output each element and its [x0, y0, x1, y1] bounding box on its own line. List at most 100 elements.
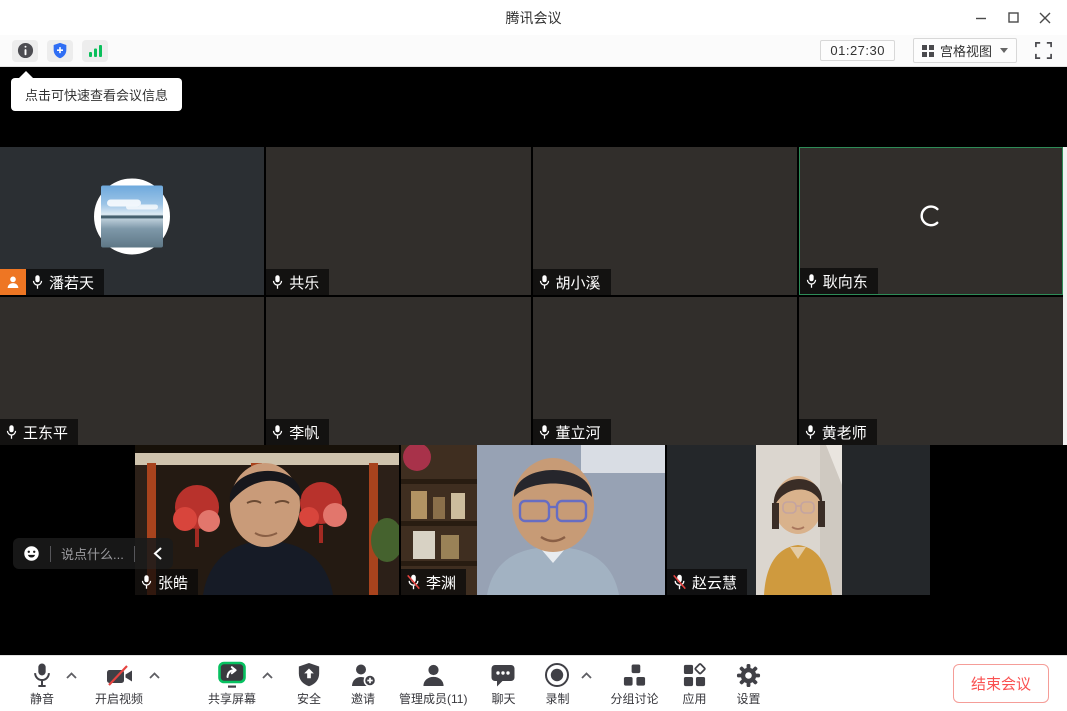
participant-name: 李帆 [289, 422, 319, 443]
participant-tile[interactable]: 李帆 [266, 297, 530, 445]
signal-bars-icon [88, 44, 103, 58]
emoji-icon[interactable] [23, 545, 40, 562]
security-shield-icon [297, 662, 321, 688]
video-row: 张皓 [0, 445, 1067, 595]
maximize-icon [1008, 12, 1019, 23]
share-screen-button[interactable]: 共享屏幕 [208, 661, 256, 707]
chat-button[interactable]: 聊天 [485, 661, 521, 707]
end-meeting-button[interactable]: 结束会议 [953, 664, 1049, 703]
record-options-chevron[interactable] [581, 672, 592, 679]
participant-tile[interactable]: 黄老师 [799, 297, 1063, 445]
participant-tile[interactable]: 王东平 [0, 297, 264, 445]
security-button[interactable]: 安全 [291, 661, 327, 707]
mic-on-icon [271, 424, 284, 440]
security-shield-button[interactable] [47, 40, 73, 62]
meeting-info-button[interactable] [12, 40, 38, 62]
manage-members-button[interactable]: 管理成员(11) [399, 661, 467, 707]
meeting-info-tooltip: 点击可快速查看会议信息 [11, 78, 182, 111]
view-mode-label: 宫格视图 [940, 41, 992, 60]
participant-video-tile[interactable]: 赵云慧 [667, 445, 930, 595]
shield-plus-icon [52, 42, 68, 59]
chat-bubble-icon [490, 663, 516, 688]
bottom-toolbar: 静音 开启视频 共享屏幕 安全 [0, 655, 1067, 711]
loading-spinner-icon [917, 202, 945, 235]
person-icon [421, 662, 446, 688]
mic-on-icon [804, 424, 817, 440]
breakout-blocks-icon [622, 663, 647, 688]
participant-name: 李渊 [426, 572, 456, 593]
mic-on-icon [805, 273, 818, 289]
participant-name: 董立河 [556, 422, 601, 443]
network-signal-button[interactable] [82, 40, 108, 62]
name-tag: 赵云慧 [667, 569, 747, 595]
top-toolbar: 01:27:30 宫格视图 [0, 35, 1067, 67]
start-video-button[interactable]: 开启视频 [95, 661, 143, 707]
window-title: 腾讯会议 [506, 8, 562, 28]
host-badge-icon [0, 269, 26, 295]
apps-grid-icon [682, 663, 707, 688]
participant-name: 赵云慧 [692, 572, 737, 593]
grid-scrollbar[interactable] [1063, 147, 1067, 445]
mic-icon [31, 662, 53, 688]
mic-on-icon [538, 274, 551, 290]
mute-options-chevron[interactable] [66, 672, 77, 679]
video-options-chevron[interactable] [149, 672, 160, 679]
video-feed [756, 445, 842, 595]
fullscreen-button[interactable] [1031, 40, 1055, 62]
participant-tile[interactable]: 潘若天 [0, 147, 264, 295]
meeting-window: 腾讯会议 [0, 0, 1067, 711]
fullscreen-icon [1034, 41, 1053, 60]
mic-on-icon [538, 424, 551, 440]
chevron-down-icon [1000, 48, 1008, 53]
collapse-chat-button[interactable] [145, 538, 171, 569]
participant-name: 胡小溪 [556, 272, 601, 293]
participant-tile[interactable]: 共乐 [266, 147, 530, 295]
meeting-timer: 01:27:30 [820, 40, 895, 61]
participant-name: 王东平 [23, 422, 68, 443]
participant-name: 共乐 [289, 272, 319, 293]
minimize-icon [975, 12, 987, 24]
participant-video-tile[interactable]: 张皓 [135, 445, 399, 595]
mic-on-icon [5, 424, 18, 440]
quick-chat-bar[interactable]: 说点什么... [13, 538, 173, 569]
participant-grid: 潘若天 共乐 胡小溪 [0, 147, 1063, 445]
participant-video-tile[interactable]: 李渊 [401, 445, 665, 595]
grid-view-icon [922, 45, 934, 57]
mic-on-icon [271, 274, 284, 290]
maximize-button[interactable] [997, 0, 1029, 35]
mic-muted-icon [672, 574, 687, 590]
chevron-left-icon [153, 547, 162, 560]
titlebar: 腾讯会议 [0, 0, 1067, 35]
record-button[interactable]: 录制 [539, 661, 575, 707]
avatar [94, 178, 170, 254]
mic-muted-icon [406, 574, 421, 590]
info-icon [17, 42, 34, 59]
breakout-rooms-button[interactable]: 分组讨论 [610, 661, 658, 707]
settings-button[interactable]: 设置 [731, 661, 767, 707]
name-tag: 张皓 [135, 569, 198, 595]
divider [50, 546, 51, 562]
participant-name: 耿向东 [823, 271, 868, 292]
video-stage: 点击可快速查看会议信息 潘若天 共乐 [0, 67, 1067, 655]
chat-input[interactable]: 说点什么... [61, 544, 124, 563]
name-tag: 李渊 [401, 569, 466, 595]
participant-tile[interactable]: 耿向东 [799, 147, 1063, 295]
participant-name: 黄老师 [822, 422, 867, 443]
participant-name: 潘若天 [49, 272, 94, 293]
minimize-button[interactable] [965, 0, 997, 35]
camera-off-icon [106, 664, 133, 688]
share-options-chevron[interactable] [262, 672, 273, 679]
close-button[interactable] [1029, 0, 1061, 35]
mute-button[interactable]: 静音 [24, 661, 60, 707]
mic-on-icon [140, 574, 153, 590]
record-icon [544, 662, 570, 688]
participant-name: 张皓 [158, 572, 188, 593]
close-icon [1039, 12, 1051, 24]
gear-icon [736, 663, 761, 688]
participant-tile[interactable]: 胡小溪 [533, 147, 797, 295]
invite-button[interactable]: 邀请 [345, 661, 381, 707]
apps-button[interactable]: 应用 [677, 661, 713, 707]
participant-tile[interactable]: 董立河 [533, 297, 797, 445]
name-tag: 潘若天 [0, 269, 104, 295]
view-mode-selector[interactable]: 宫格视图 [913, 38, 1017, 63]
